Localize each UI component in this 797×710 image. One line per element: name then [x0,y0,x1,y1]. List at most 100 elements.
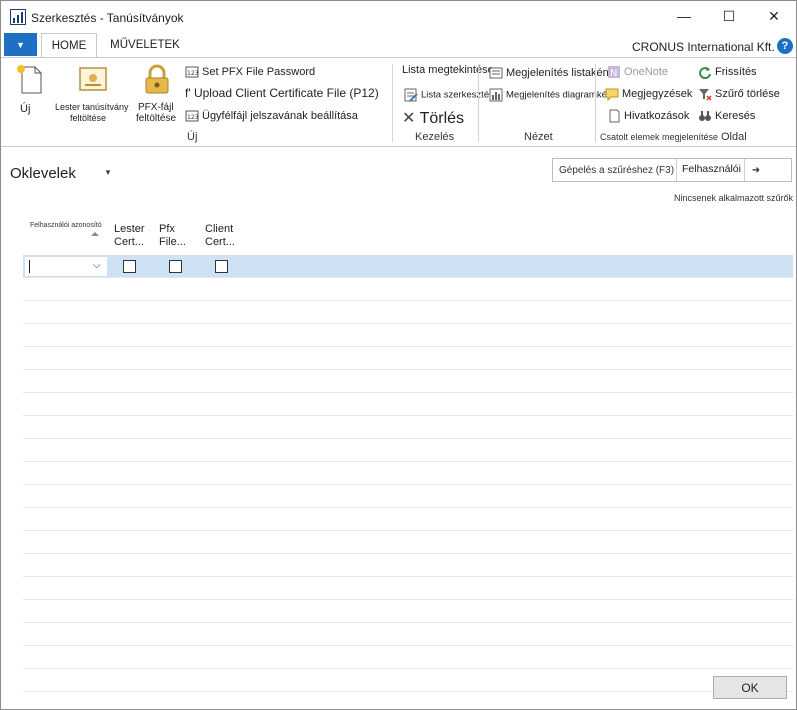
onenote-icon: N [608,66,620,79]
link-document-icon [609,109,620,123]
chevron-down-icon[interactable]: ▼ [104,168,112,177]
column-header-pfx-file[interactable]: Pfx File... [159,223,186,249]
chevron-down-icon: ▼ [16,39,25,50]
clear-filter-label: Szűrő törlése [715,87,780,100]
onenote-button[interactable]: N OneNote [607,65,668,79]
upload-pfx-button[interactable]: PFX-fájl feltöltése [135,62,181,124]
column-header-client-cert[interactable]: Client Cert... [205,223,235,249]
help-icon[interactable]: ? [777,38,793,54]
chevron-down-icon[interactable]: ⌵ [93,260,101,271]
client-cert-checkbox[interactable] [215,260,228,273]
column-header-client-line-2: Cert... [205,236,235,248]
delete-label: Törlés [419,110,465,127]
app-menu-button[interactable]: ▼ [4,33,37,56]
set-client-password-button[interactable]: 123 Ügyfélfájl jelszavának beállítása [185,109,358,123]
delete-icon: ✕ [402,110,416,127]
page-title[interactable]: Oklevelek [10,165,76,182]
view-list-button[interactable]: Lista megtekintése [402,64,494,76]
table-row[interactable] [23,531,793,554]
ribbon-separator [478,64,479,142]
column-header-client-line-1: Client [205,223,234,235]
edit-list-label: Lista szerkesztése [421,89,500,101]
close-icon: ✕ [768,7,780,24]
table-row[interactable] [23,600,793,623]
new-document-icon [17,65,42,94]
filter-search-box[interactable]: Gépelés a szűréshez (F3) Felhasználói az… [552,158,792,182]
table-row[interactable] [23,577,793,600]
upload-client-cert-button[interactable]: f' Upload Client Certificate File (P12) [185,86,379,100]
set-pfx-password-label: Set PFX File Password [202,65,316,78]
lester-cert-checkbox[interactable] [123,260,136,273]
refresh-icon [699,67,711,79]
tab-home[interactable]: HOME [41,33,97,58]
find-button[interactable]: Keresés [698,109,755,123]
table-row[interactable] [23,462,793,485]
table-row[interactable] [23,439,793,462]
search-field-selector[interactable]: Felhasználói azonosító [676,159,744,181]
svg-text:N: N [610,68,617,79]
table-row[interactable] [23,485,793,508]
maximize-icon: ☐ [722,7,736,24]
column-header-pfx-line-1: Pfx [159,223,175,235]
links-button[interactable]: Hivatkozások [607,109,689,123]
new-label: Új [20,103,31,115]
table-row[interactable] [23,393,793,416]
search-go-button[interactable]: ➜ [744,159,767,181]
refresh-button[interactable]: Frissítés [698,65,757,79]
notes-button[interactable]: Megjegyzések [605,87,692,101]
close-button[interactable]: ✕ [751,1,797,31]
search-field-label: Felhasználói azonosító [682,163,744,175]
certificate-icon [79,67,107,91]
table-row[interactable] [23,416,793,439]
delete-button[interactable]: ✕ Törlés [402,108,464,128]
table-row[interactable] [23,508,793,531]
show-as-list-button[interactable]: Megjelenítés listaként [489,66,612,80]
upload-lester-cert-button[interactable]: Lester tanúsítvány feltöltése [53,62,133,124]
links-label: Hivatkozások [624,109,690,122]
table-row[interactable] [23,623,793,646]
column-header-lester-cert[interactable]: Lester Cert... [114,223,145,249]
refresh-label: Frissítés [715,65,757,78]
upload-pfx-label-1: PFX-fájl [138,102,174,113]
table-row[interactable] [23,324,793,347]
upload-pfx-label-2: feltöltése [136,113,177,124]
upload-lester-label-1: Lester tanúsítvány [55,102,129,112]
ribbon-separator [392,64,393,142]
onenote-label: OneNote [624,65,669,78]
clear-filter-button[interactable]: Szűrő törlése [698,87,780,101]
ribbon-tab-row: ▼ HOME MŰVELETEK CRONUS International Kf… [1,33,796,58]
pfx-file-checkbox[interactable] [169,260,182,273]
view-list-label: Lista megtekintése [402,64,494,76]
company-name[interactable]: CRONUS International Kft. [632,40,775,54]
table-row[interactable] [23,278,793,301]
find-label: Keresés [715,109,756,122]
edit-list-icon [404,88,418,102]
notes-icon [605,88,619,101]
table-row[interactable] [23,646,793,669]
group-label-nezet: Nézet [524,131,553,143]
password-icon: 123 [185,66,199,78]
table-row[interactable] [23,370,793,393]
ribbon-separator [595,64,596,142]
user-id-input[interactable]: ⌵ [25,257,107,276]
table-row[interactable] [23,669,793,692]
search-input[interactable]: Gépelés a szűréshez (F3) [559,165,674,176]
set-pfx-password-button[interactable]: 123 Set PFX File Password [185,65,315,79]
password-icon: 123 [185,110,199,122]
notes-label: Megjegyzések [622,87,693,100]
ok-button[interactable]: OK [713,676,787,699]
new-button[interactable]: Új [13,62,45,118]
edit-list-button[interactable]: Lista szerkesztése [404,88,499,102]
dynamics-nav-icon [10,9,26,25]
column-header-user-id[interactable]: Felhasználói azonosító [30,222,102,229]
table-row[interactable] [23,347,793,370]
column-header-lester-line-2: Cert... [114,236,144,248]
table-row[interactable] [23,554,793,577]
maximize-button[interactable]: ☐ [706,1,752,31]
table-row[interactable] [23,301,793,324]
group-label-oldal: Oldal [721,131,747,143]
minimize-button[interactable]: — [661,1,707,31]
table-row[interactable]: ⌵ [23,255,793,278]
upload-lester-label-2: feltöltése [70,113,107,123]
tab-muveletek[interactable]: MŰVELETEK [105,33,185,57]
